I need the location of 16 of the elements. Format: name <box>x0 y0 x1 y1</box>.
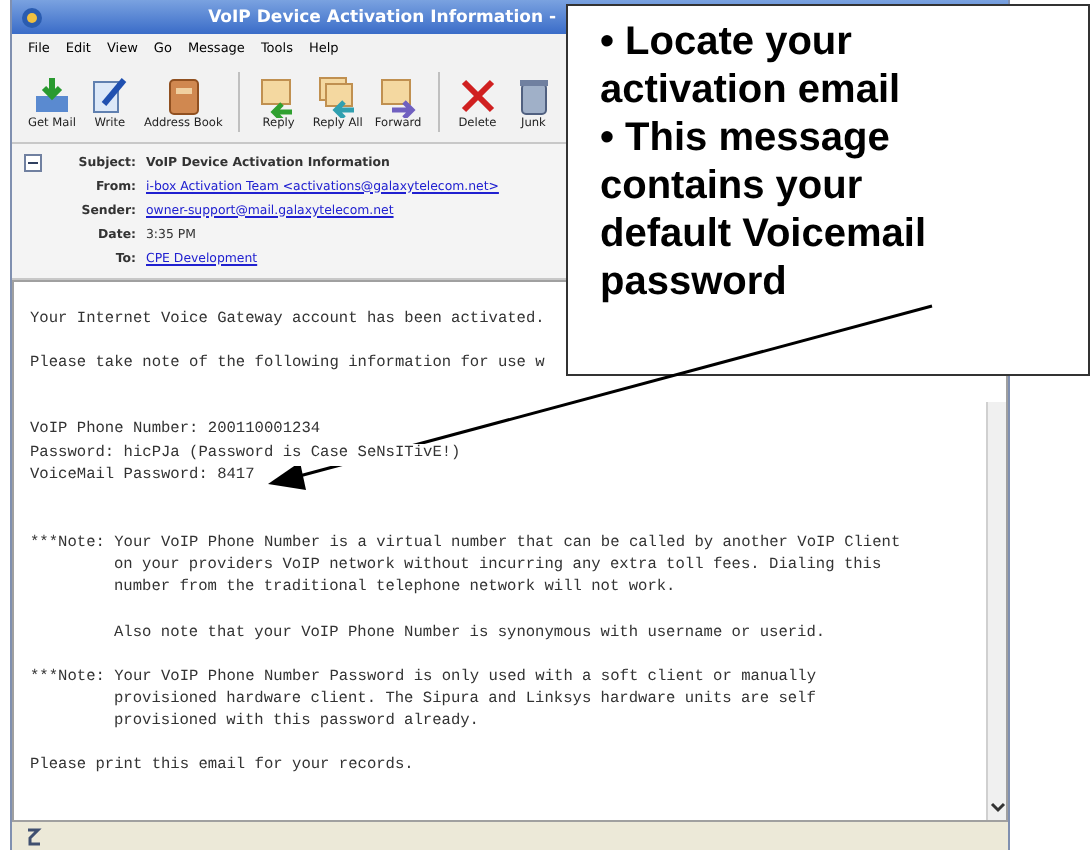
scrollbar[interactable] <box>986 402 1006 820</box>
reply-all-icon <box>318 77 357 118</box>
connection-icon <box>24 826 44 846</box>
pen-icon <box>92 78 127 113</box>
forward-icon <box>381 79 416 118</box>
app-icon <box>20 5 44 29</box>
delete-icon <box>460 79 495 113</box>
reply-icon <box>261 79 296 118</box>
book-icon <box>168 79 199 115</box>
window-title: VoIP Device Activation Information - <box>206 7 558 27</box>
callout-text: • This message contains your default Voicemail password <box>600 114 929 306</box>
trash-can-icon <box>519 80 548 115</box>
collapse-icon[interactable] <box>24 153 42 171</box>
callout-text: • Locate your activation email <box>600 18 903 114</box>
inbox-icon <box>35 75 68 112</box>
scroll-down-icon[interactable] <box>989 802 1005 814</box>
